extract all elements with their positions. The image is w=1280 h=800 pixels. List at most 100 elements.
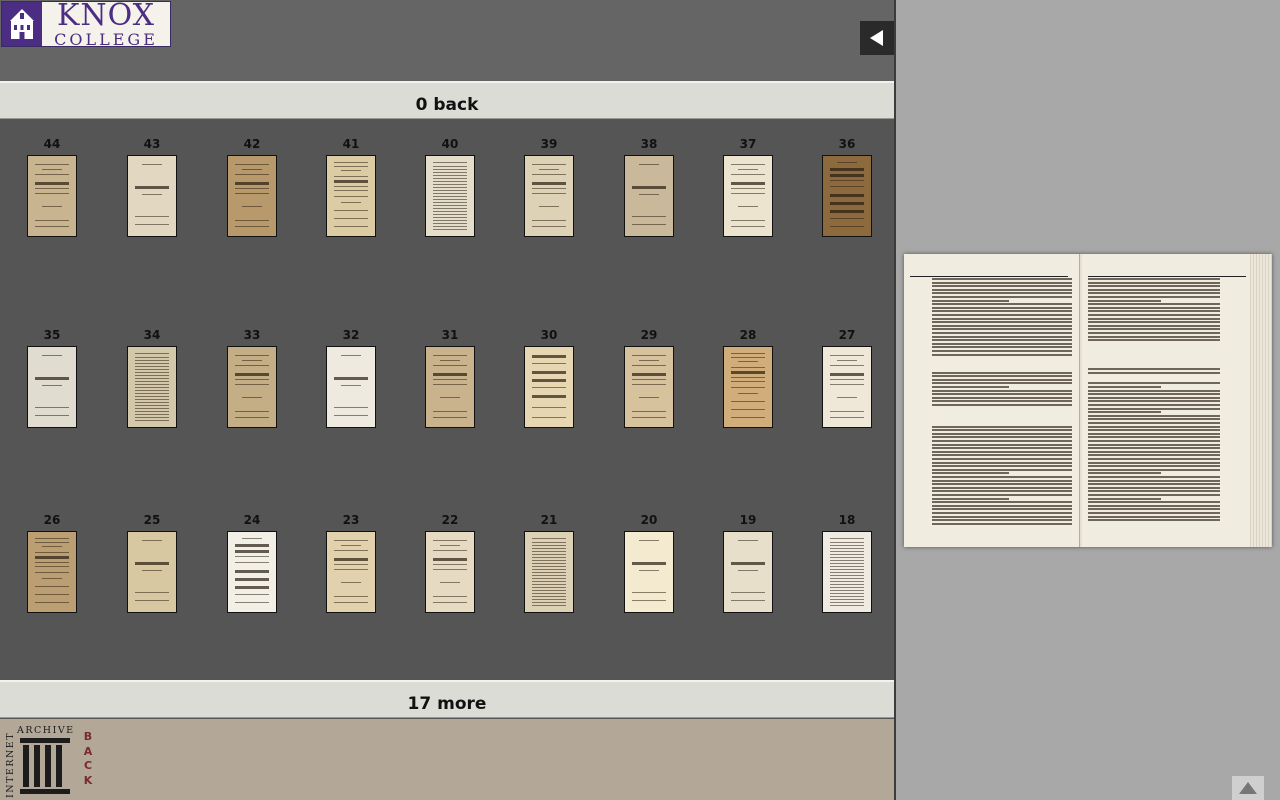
cover-text-line — [35, 377, 69, 380]
open-book-spread[interactable] — [904, 254, 1272, 547]
thumbnail-item[interactable]: 26 — [7, 513, 97, 613]
thumbnail-cover[interactable] — [127, 531, 177, 613]
thumbnail-item[interactable]: 41 — [306, 137, 396, 237]
thumbnail-number: 40 — [441, 137, 459, 151]
cover-text-line — [35, 556, 69, 559]
thumbnail-cover[interactable] — [723, 346, 773, 428]
page-header-rule — [910, 276, 1068, 277]
thumbnail-cover[interactable] — [425, 155, 475, 237]
thumbnail-item[interactable]: 19 — [703, 513, 793, 613]
page-text-line — [1088, 285, 1220, 288]
thumbnail-item[interactable]: 27 — [802, 328, 892, 428]
thumbnail-item[interactable]: 38 — [604, 137, 694, 237]
thumbnail-item[interactable]: 43 — [107, 137, 197, 237]
cover-text-line — [731, 381, 765, 382]
thumbnail-cover[interactable] — [27, 155, 77, 237]
thumbnail-item[interactable]: 40 — [405, 137, 495, 237]
thumbnail-cover[interactable] — [227, 531, 277, 613]
thumbnail-item[interactable]: 21 — [504, 513, 594, 613]
page-text-line — [1088, 278, 1220, 280]
thumbnail-cover[interactable] — [227, 155, 277, 237]
thumbnail-cover[interactable] — [624, 155, 674, 237]
cover-text-line — [532, 560, 566, 561]
thumbnail-item[interactable]: 30 — [504, 328, 594, 428]
thumbnail-item[interactable]: 29 — [604, 328, 694, 428]
thumbnail-item[interactable]: 22 — [405, 513, 495, 613]
thumbnail-cover[interactable] — [822, 346, 872, 428]
thumbnail-item[interactable]: 33 — [207, 328, 297, 428]
thumbnail-item[interactable]: 20 — [604, 513, 694, 613]
thumbnail-cover[interactable] — [723, 531, 773, 613]
thumbnail-item[interactable]: 23 — [306, 513, 396, 613]
page-text-line — [932, 278, 1072, 280]
thumbnail-item[interactable]: 25 — [107, 513, 197, 613]
thumbnail-item[interactable]: 31 — [405, 328, 495, 428]
cover-text-line — [731, 401, 765, 402]
bottom-bar: INTERNET ARCHIVE — [0, 719, 894, 800]
cover-text-line — [433, 540, 467, 541]
cover-text-line — [235, 373, 269, 376]
thumbnail-item[interactable]: 34 — [107, 328, 197, 428]
page-text-line — [932, 425, 1072, 428]
thumbnail-item[interactable]: 24 — [207, 513, 297, 613]
thumbnail-cover[interactable] — [27, 346, 77, 428]
ia-back-letters[interactable]: B A C K — [82, 730, 94, 788]
thumbnail-cover[interactable] — [425, 346, 475, 428]
left-page — [904, 254, 1080, 547]
thumbnail-item[interactable]: 39 — [504, 137, 594, 237]
thumbnail-cover[interactable] — [27, 531, 77, 613]
thumbnail-cover[interactable] — [425, 531, 475, 613]
thumbnail-cover[interactable] — [326, 346, 376, 428]
back-nav-button[interactable]: 0 back — [0, 81, 894, 119]
cover-text-line — [532, 557, 566, 558]
page-text-line — [932, 476, 1072, 478]
page-text-line — [1088, 296, 1220, 298]
page-text-line — [1088, 515, 1220, 518]
thumbnail-cover[interactable] — [127, 346, 177, 428]
scroll-up-button[interactable] — [1232, 776, 1264, 800]
thumbnail-item[interactable]: 37 — [703, 137, 793, 237]
cover-text-line — [731, 353, 765, 354]
thumbnail-cover[interactable] — [624, 346, 674, 428]
thumbnail-cover[interactable] — [822, 155, 872, 237]
thumbnail-cover[interactable] — [227, 346, 277, 428]
knox-college-logo[interactable]: KNOX COLLEGE — [1, 0, 171, 47]
cover-text-line — [142, 570, 162, 571]
thumbnail-number: 33 — [243, 328, 261, 342]
thumbnail-grid: 44 43 42 41 40 39 38 37 36 35 34 33 32 31 30 29 28 27 26 25… — [0, 120, 894, 680]
thumbnail-cover[interactable] — [524, 155, 574, 237]
thumbnail-cover[interactable] — [624, 531, 674, 613]
cover-text-line — [142, 194, 162, 195]
thumbnail-cover[interactable] — [524, 531, 574, 613]
thumbnail-item[interactable]: 36 — [802, 137, 892, 237]
page-text-line — [932, 472, 1009, 475]
cover-text-line — [35, 182, 69, 185]
collapse-panel-button[interactable] — [860, 21, 894, 55]
thumbnail-cover[interactable] — [723, 155, 773, 237]
thumbnail-cover[interactable] — [326, 155, 376, 237]
thumbnail-item[interactable]: 18 — [802, 513, 892, 613]
cover-text-line — [135, 562, 169, 565]
thumbnail-item[interactable]: 42 — [207, 137, 297, 237]
page-text-line — [932, 494, 1072, 496]
thumbnail-cover[interactable] — [822, 531, 872, 613]
page-text-line — [1088, 400, 1220, 403]
cover-text-line — [433, 229, 467, 230]
page-text-line — [1088, 324, 1220, 327]
cover-text-line — [738, 361, 758, 362]
thumbnail-item[interactable]: 44 — [7, 137, 97, 237]
thumbnail-item[interactable]: 32 — [306, 328, 396, 428]
thumbnail-item[interactable]: 35 — [7, 328, 97, 428]
cover-text-line — [433, 199, 467, 200]
more-nav-button[interactable]: 17 more — [0, 680, 894, 718]
internet-archive-logo[interactable]: INTERNET ARCHIVE — [0, 721, 80, 799]
cover-text-line — [731, 387, 765, 388]
thumbnail-cover[interactable] — [127, 155, 177, 237]
cover-text-line — [235, 193, 269, 194]
cover-text-line — [632, 373, 666, 376]
thumbnail-item[interactable]: 28 — [703, 328, 793, 428]
thumbnail-cover[interactable] — [326, 531, 376, 613]
page-text-line — [932, 321, 1072, 324]
thumbnail-cover[interactable] — [524, 346, 574, 428]
cover-text-line — [334, 162, 368, 163]
